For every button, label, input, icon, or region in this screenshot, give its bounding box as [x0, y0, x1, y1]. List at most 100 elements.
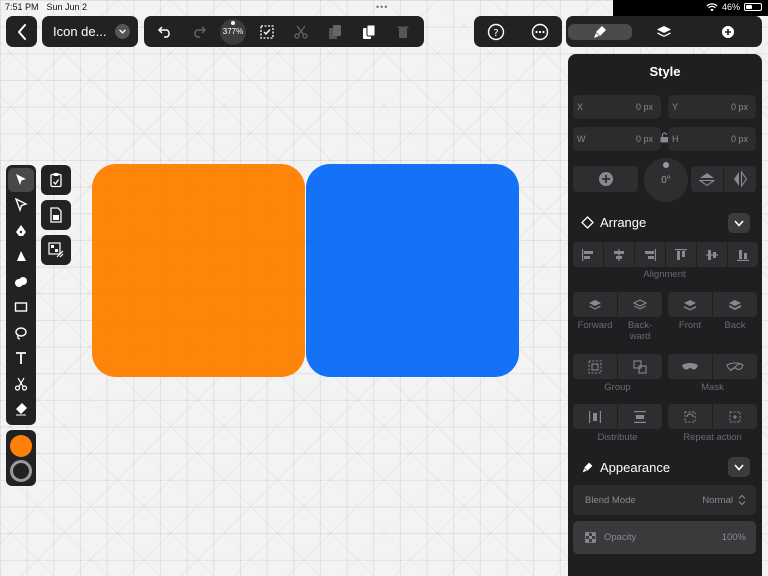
distribute-vertical-button[interactable] — [618, 404, 662, 429]
arrange-title: Arrange — [600, 215, 647, 230]
align-left-icon — [582, 248, 593, 261]
back-button[interactable] — [6, 16, 37, 47]
lasso-tool[interactable] — [8, 321, 34, 345]
y-field[interactable]: Y 0 px — [668, 95, 756, 119]
flip-vertical-button[interactable] — [691, 166, 723, 192]
arrange-collapse-button[interactable] — [728, 213, 750, 233]
h-value: 0 px — [730, 134, 748, 144]
blue-square[interactable] — [306, 164, 519, 377]
x-value: 0 px — [635, 102, 653, 112]
appearance-title: Appearance — [600, 460, 671, 475]
redo-icon[interactable] — [186, 19, 212, 45]
color-swatches — [6, 430, 36, 486]
paste-document-button[interactable] — [41, 200, 71, 230]
front-button[interactable] — [668, 292, 712, 317]
clipboard-button[interactable] — [41, 165, 71, 195]
distribute-vertical-icon — [634, 410, 646, 423]
align-middle-button[interactable] — [697, 242, 727, 267]
text-tool[interactable] — [8, 347, 34, 371]
style-tab[interactable] — [568, 23, 632, 40]
vector-brush-icon — [17, 251, 26, 262]
pen-tool[interactable] — [8, 219, 34, 243]
select-icon[interactable] — [254, 19, 280, 45]
chevron-down-icon — [734, 219, 744, 227]
copy-icon[interactable] — [322, 19, 348, 45]
x-field[interactable]: X 0 px — [573, 95, 661, 119]
align-center-button[interactable] — [604, 242, 634, 267]
order-back-buttons — [573, 292, 662, 317]
backward-label: Back- ward — [627, 320, 653, 342]
align-left-button[interactable] — [573, 242, 603, 267]
backward-button[interactable] — [618, 292, 662, 317]
plus-circle-icon — [721, 25, 735, 39]
repeat-buttons — [668, 404, 757, 429]
flip-horizontal-button[interactable] — [724, 166, 756, 192]
undo-icon[interactable] — [152, 19, 178, 45]
align-right-button[interactable] — [635, 242, 665, 267]
status-date: Sun Jun 2 — [46, 2, 88, 12]
ungroup-button[interactable] — [618, 354, 662, 379]
align-middle-icon — [706, 249, 718, 260]
eraser-icon — [16, 403, 27, 416]
w-field[interactable]: W 0 px — [573, 127, 661, 151]
add-point-button[interactable] — [573, 166, 638, 192]
help-icon[interactable]: ? — [483, 19, 509, 45]
help-toolbar: ? — [474, 16, 562, 47]
align-right-icon — [645, 248, 656, 261]
text-icon — [16, 352, 26, 365]
zoom-indicator[interactable]: 377% — [220, 18, 246, 45]
align-bottom-icon — [737, 249, 749, 261]
lasso-icon — [15, 327, 27, 340]
scissors-tool[interactable] — [8, 372, 34, 396]
status-left: 7:51 PM Sun Jun 2 — [5, 2, 87, 12]
opacity-slider[interactable]: Opacity 100% — [573, 521, 756, 554]
opacity-label: Opacity — [604, 532, 637, 543]
repeat-action-button[interactable] — [713, 404, 757, 429]
battery-percent: 46% — [721, 2, 740, 12]
selection-tool[interactable] — [8, 168, 34, 192]
orange-square[interactable] — [92, 164, 305, 377]
appearance-header[interactable]: Appearance — [581, 460, 670, 475]
paste-document-icon — [50, 207, 62, 223]
h-label: H — [672, 134, 679, 144]
back-button-arrange[interactable] — [713, 292, 757, 317]
align-top-button[interactable] — [666, 242, 696, 267]
rectangle-icon — [14, 302, 28, 312]
multitasking-dots[interactable]: ••• — [376, 2, 388, 12]
bring-forward-icon — [589, 299, 601, 310]
h-field[interactable]: H 0 px — [668, 127, 756, 151]
blend-mode-select[interactable]: Blend Mode Normal — [573, 485, 756, 515]
shape-builder-tool[interactable] — [8, 270, 34, 294]
scissors-icon — [14, 377, 28, 391]
paste-icon[interactable] — [356, 19, 382, 45]
unmask-button[interactable] — [713, 354, 757, 379]
mask-button[interactable] — [668, 354, 712, 379]
direct-selection-tool[interactable] — [8, 194, 34, 218]
mask-buttons — [668, 354, 757, 379]
arrange-header[interactable]: Arrange — [581, 215, 646, 230]
cut-icon[interactable] — [288, 19, 314, 45]
vector-brush-tool[interactable] — [8, 245, 34, 269]
stroke-color-swatch[interactable] — [10, 459, 32, 482]
document-menu-button[interactable]: Icon de... — [42, 16, 138, 47]
rotation-dial[interactable]: 0° — [644, 158, 688, 202]
pattern-button[interactable] — [41, 235, 71, 265]
chevron-left-icon — [17, 23, 27, 40]
group-label: Group — [604, 382, 631, 393]
trash-icon[interactable] — [390, 19, 416, 45]
layers-tab[interactable] — [632, 25, 696, 39]
eraser-tool[interactable] — [8, 398, 34, 422]
align-bottom-button[interactable] — [728, 242, 758, 267]
send-to-back-icon — [729, 299, 741, 310]
direct-cursor-icon — [14, 198, 28, 213]
repeat-transform-button[interactable] — [668, 404, 712, 429]
group-button[interactable] — [573, 354, 617, 379]
status-time: 7:51 PM — [5, 2, 39, 12]
appearance-collapse-button[interactable] — [728, 457, 750, 477]
distribute-horizontal-button[interactable] — [573, 404, 617, 429]
forward-button[interactable] — [573, 292, 617, 317]
fill-color-swatch[interactable] — [10, 434, 32, 457]
add-tab[interactable] — [696, 25, 760, 39]
rectangle-tool[interactable] — [8, 296, 34, 320]
more-icon[interactable] — [527, 19, 553, 45]
